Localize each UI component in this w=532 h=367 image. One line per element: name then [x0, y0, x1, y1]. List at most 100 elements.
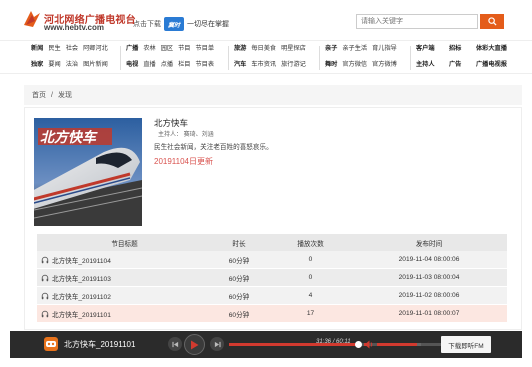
nav-link[interactable]: 育儿指导	[372, 45, 397, 53]
nav-row: 旅游 每日美食 明星探店	[234, 45, 306, 53]
site-logo[interactable]: 河北网络广播电视台 www.hebtv.com	[22, 9, 136, 33]
nav-link[interactable]: 车市资讯	[251, 61, 276, 69]
table-row[interactable]: 北方快车_20191101 60分钟 17 2019-11-01 08:00:07	[37, 305, 507, 323]
nav-link[interactable]: 旅游	[234, 45, 246, 53]
nav-link[interactable]: 官方微信	[342, 61, 367, 69]
episode-duration: 60分钟	[228, 293, 250, 301]
previous-button[interactable]	[168, 337, 182, 351]
nav-group-lottery: 体彩大直播广播电视报	[476, 45, 507, 69]
nav-row: 汽车 车市资讯 旅行游记	[234, 61, 306, 69]
episode-plays: 4	[308, 292, 313, 299]
table-row[interactable]: 北方快车_20191104 60分钟 0 2019-11-04 08:00:06	[37, 251, 507, 269]
nav-link[interactable]: 汽车	[234, 61, 246, 69]
episode-title-cell[interactable]: 北方快车_20191101	[37, 309, 208, 319]
episode-plays: 17	[306, 310, 315, 317]
nav-link[interactable]: 体彩大直播	[476, 45, 507, 53]
nav-link[interactable]: 新闻	[31, 45, 43, 53]
nav-divider	[120, 46, 121, 70]
search-icon	[487, 17, 497, 26]
nav-link[interactable]: 明星探店	[281, 45, 306, 53]
episode-title-cell[interactable]: 北方快车_20191104	[37, 255, 208, 265]
nav-link[interactable]: 要闻	[48, 61, 60, 69]
nav-link[interactable]: 亲子	[325, 45, 337, 53]
download-app-button[interactable]: 下载即听FM	[441, 336, 491, 353]
episode-table: 节目标题 时长 播放次数 发布时间 北方快车_20191104 60分钟 0 2019…	[37, 234, 507, 323]
site-header: 河北网络广播电视台 www.hebtv.com 点击下载 冀时 一切尽在掌握	[0, 0, 532, 38]
nav-link[interactable]: 直播	[143, 61, 155, 69]
nav-link[interactable]: 舞时	[325, 61, 337, 69]
nav-link[interactable]: 节目表	[196, 61, 215, 69]
episode-title-cell[interactable]: 北方快车_20191103	[37, 273, 208, 283]
table-row[interactable]: 北方快车_20191102 60分钟 4 2019-11-02 08:00:06	[37, 287, 507, 305]
nav-link[interactable]: 客户端	[416, 45, 435, 53]
nav-row: 体彩大直播	[476, 45, 507, 53]
volume-icon[interactable]	[363, 339, 374, 350]
nav-group-ads: 招标 广告	[449, 45, 461, 69]
breadcrumb-home[interactable]: 首页	[32, 90, 46, 100]
nav-link[interactable]: 招标	[449, 45, 461, 53]
nav-group-travel: 旅游 每日美食 明星探店 汽车 车市资讯 旅行游记	[234, 45, 306, 69]
nav-link[interactable]: 园区	[161, 45, 173, 53]
program-hosts: 主持人： 赛琦、刘涵	[158, 132, 214, 138]
nav-link[interactable]: 每日美食	[251, 45, 276, 53]
logo-url: www.hebtv.com	[44, 23, 105, 32]
nav-link[interactable]: 阿卿河北	[83, 45, 108, 53]
nav-link[interactable]: 农林	[143, 45, 155, 53]
column-date: 发布时间	[415, 240, 443, 248]
nav-link[interactable]: 官方微博	[372, 61, 397, 69]
nav-link[interactable]: 旅行游记	[281, 61, 306, 69]
nav-link[interactable]: 电视	[126, 61, 138, 69]
episode-title-cell[interactable]: 北方快车_20191102	[37, 291, 208, 301]
search-button[interactable]	[480, 14, 504, 29]
episode-date: 2019-11-01 08:00:07	[398, 310, 460, 317]
column-duration: 时长	[232, 240, 246, 248]
table-row[interactable]: 北方快车_20191103 60分钟 0 2019-11-03 08:00:04	[37, 269, 507, 287]
volume-slider[interactable]	[377, 343, 421, 346]
nav-row: 舞时 官方微信 官方微博	[325, 61, 397, 69]
app-badge: 冀时	[164, 17, 184, 31]
column-title: 节目标题	[111, 240, 138, 248]
total-time: 60:11	[336, 339, 351, 345]
episode-date: 2019-11-04 08:00:06	[398, 256, 460, 263]
headphones-icon	[41, 256, 49, 263]
episode-duration: 60分钟	[228, 257, 250, 265]
nav-row: 广播 农林 园区 节目 节目单	[126, 45, 214, 53]
nav-row: 广告	[449, 61, 461, 69]
nav-divider	[228, 46, 229, 70]
nav-row: 主持人	[416, 61, 435, 69]
nav-link[interactable]: 主持人	[416, 61, 435, 69]
nav-link[interactable]: 民生	[48, 45, 60, 53]
nav-link[interactable]: 广播	[126, 45, 138, 53]
column-plays: 播放次数	[297, 240, 324, 248]
progress-knob[interactable]	[355, 341, 362, 348]
program-title: 北方快车	[154, 118, 189, 128]
nav-link[interactable]: 广告	[449, 61, 461, 69]
nav-link[interactable]: 节目单	[196, 45, 215, 53]
play-button[interactable]	[184, 334, 205, 355]
episode-date: 2019-11-02 08:00:06	[398, 292, 460, 299]
episode-title: 北方快车_20191102	[52, 293, 111, 301]
nav-link[interactable]: 法治	[66, 61, 78, 69]
nav-row: 亲子 亲子生活 育儿指导	[325, 45, 397, 53]
episode-title: 北方快车_20191104	[52, 257, 111, 265]
app-download-banner[interactable]: 点击下载 冀时 一切尽在掌握	[133, 16, 229, 32]
nav-link[interactable]: 亲子生活	[342, 45, 367, 53]
nav-link[interactable]: 点播	[161, 61, 173, 69]
breadcrumb-current[interactable]: 发现	[58, 90, 72, 100]
nav-group-client: 客户端 主持人	[416, 45, 435, 69]
episode-plays: 0	[308, 274, 313, 281]
breadcrumb-separator: /	[51, 91, 53, 99]
nav-link[interactable]: 社会	[66, 45, 78, 53]
table-header: 节目标题 时长 播放次数 发布时间	[37, 234, 507, 251]
nav-link[interactable]: 广播电视报	[476, 61, 507, 69]
search-input[interactable]	[356, 14, 478, 29]
nav-link[interactable]: 独家	[31, 61, 43, 69]
volume-level	[377, 343, 417, 346]
nav-link[interactable]: 栏目	[178, 61, 190, 69]
episode-duration: 60分钟	[228, 275, 250, 283]
player-logo-icon	[44, 337, 58, 351]
headphones-icon	[41, 310, 49, 317]
next-button[interactable]	[210, 337, 224, 351]
nav-link[interactable]: 图片新闻	[83, 61, 108, 69]
nav-link[interactable]: 节目	[178, 45, 190, 53]
